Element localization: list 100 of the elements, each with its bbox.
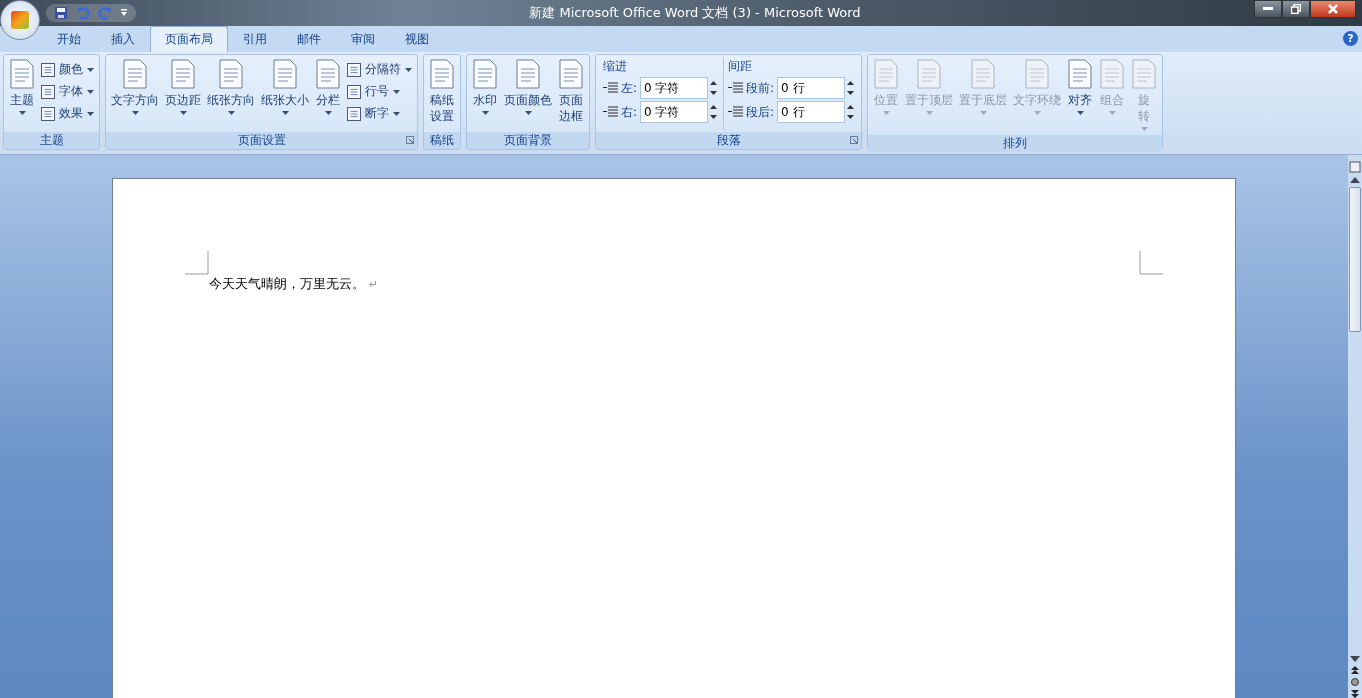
caret-icon bbox=[1076, 111, 1084, 115]
field-label: 左: bbox=[621, 79, 638, 97]
scroll-thumb[interactable] bbox=[1349, 187, 1361, 332]
ribbon-tab[interactable]: 页面布局 bbox=[150, 26, 228, 52]
ribbon-button[interactable]: 稿纸设置 bbox=[427, 57, 457, 130]
page-icon bbox=[122, 59, 148, 89]
button-label: 水印 bbox=[473, 92, 497, 108]
customize-icon[interactable] bbox=[120, 8, 128, 18]
button-label: 页面颜色 bbox=[504, 92, 552, 108]
dialog-launcher-icon[interactable] bbox=[406, 136, 414, 144]
caret-icon bbox=[1033, 111, 1041, 115]
spinner-field[interactable]: 0 行 bbox=[777, 101, 846, 123]
caret-icon bbox=[979, 111, 987, 115]
ribbon-button[interactable]: 对齐 bbox=[1065, 57, 1096, 133]
page-icon bbox=[170, 59, 196, 89]
caret-icon bbox=[393, 89, 400, 94]
spinner-field[interactable]: 0 字符 bbox=[640, 101, 709, 123]
office-button[interactable] bbox=[0, 0, 40, 40]
ribbon-button[interactable]: 行号 bbox=[345, 81, 414, 102]
ruler-toggle-icon[interactable] bbox=[1349, 161, 1361, 173]
save-icon[interactable] bbox=[54, 6, 68, 20]
ribbon-button[interactable]: 效果 bbox=[39, 103, 96, 124]
ribbon-button[interactable]: 断字 bbox=[345, 103, 414, 124]
caret-icon bbox=[179, 111, 187, 115]
group-label: 页面设置 bbox=[237, 132, 286, 149]
restore-button[interactable] bbox=[1282, 0, 1310, 18]
scroll-up-icon[interactable] bbox=[1350, 177, 1360, 183]
page-icon bbox=[1067, 59, 1094, 89]
ribbon-button[interactable]: 页面颜色 bbox=[502, 57, 554, 130]
caret-icon bbox=[87, 111, 94, 116]
caret-icon bbox=[87, 89, 94, 94]
ribbon-tab[interactable]: 插入 bbox=[96, 26, 150, 52]
paragraph-mark: ↵ bbox=[369, 278, 379, 291]
ribbon-button[interactable]: 纸张方向 bbox=[205, 57, 257, 130]
ribbon-button[interactable]: 分隔符 bbox=[345, 59, 414, 80]
caret-icon bbox=[481, 111, 489, 115]
page-icon bbox=[558, 59, 584, 89]
indent-icon bbox=[603, 81, 618, 95]
close-icon bbox=[1328, 4, 1338, 14]
ribbon-tab[interactable]: 开始 bbox=[42, 26, 96, 52]
page-icon bbox=[218, 59, 244, 89]
dialog-launcher-icon[interactable] bbox=[850, 136, 859, 144]
indent-icon bbox=[603, 105, 618, 119]
page-icon bbox=[1024, 59, 1051, 89]
ribbon-button[interactable]: 页边距 bbox=[163, 57, 203, 130]
button-label: 置于底层 bbox=[959, 92, 1008, 108]
spin-arrows-icon[interactable] bbox=[710, 105, 718, 119]
close-button[interactable] bbox=[1310, 0, 1356, 18]
spinner-field[interactable]: 0 行 bbox=[777, 77, 846, 99]
list-icon bbox=[347, 106, 361, 121]
ribbon-tab[interactable]: 邮件 bbox=[282, 26, 336, 52]
page-icon bbox=[970, 59, 997, 89]
ribbon-button[interactable]: 文字方向 bbox=[109, 57, 161, 130]
ribbon-button[interactable]: 分栏 bbox=[313, 57, 343, 130]
page-icon bbox=[9, 59, 35, 89]
page-icon bbox=[1099, 59, 1126, 89]
spinner-field[interactable]: 0 字符 bbox=[640, 77, 709, 99]
window-title: 新建 Microsoft Office Word 文档 (3) - Microsoft Word bbox=[528, 4, 862, 22]
help-button[interactable]: ? bbox=[1343, 31, 1358, 46]
browse-object-icon[interactable] bbox=[1351, 678, 1359, 686]
ribbon-button[interactable]: 颜色 bbox=[39, 59, 96, 80]
group-label: 主题 bbox=[39, 132, 64, 149]
page-icon bbox=[472, 59, 498, 89]
ribbon-button[interactable]: 水印 bbox=[470, 57, 500, 130]
minimize-icon bbox=[1263, 7, 1273, 11]
ribbon-tab[interactable]: 引用 bbox=[228, 26, 282, 52]
paragraph-text: 今天天气晴朗，万里无云。 bbox=[209, 275, 365, 293]
button-label: 纸张大小 bbox=[261, 92, 309, 108]
ribbon-button[interactable]: 纸张大小 bbox=[259, 57, 311, 130]
spin-arrows-icon[interactable] bbox=[710, 81, 718, 95]
section-heading: 间距 bbox=[728, 58, 754, 75]
button-label: 位置 bbox=[874, 92, 899, 108]
indent-icon bbox=[728, 105, 744, 119]
button-label: 纸张方向 bbox=[207, 92, 255, 108]
spin-arrows-icon[interactable] bbox=[847, 105, 855, 119]
ribbon-button[interactable]: 字体 bbox=[39, 81, 96, 102]
page-icon bbox=[916, 59, 943, 89]
ribbon-button[interactable]: 页面边框 bbox=[556, 57, 586, 130]
scrollbar[interactable] bbox=[1348, 155, 1362, 698]
indent-icon bbox=[728, 81, 744, 95]
button-label: 文字环绕 bbox=[1013, 92, 1062, 108]
ribbon-tab[interactable]: 审阅 bbox=[336, 26, 390, 52]
ribbon-button[interactable]: 主题 bbox=[7, 57, 37, 130]
caret-icon bbox=[925, 111, 933, 115]
page-icon bbox=[873, 59, 900, 89]
ribbon-tab[interactable]: 视图 bbox=[390, 26, 444, 52]
scroll-down-icon[interactable] bbox=[1350, 656, 1360, 662]
field-label: 段后: bbox=[746, 103, 775, 121]
section-heading: 缩进 bbox=[603, 58, 628, 75]
button-label: 旋转 bbox=[1138, 92, 1151, 124]
button-label: 页面边框 bbox=[559, 92, 583, 124]
field-label: 段前: bbox=[746, 79, 775, 97]
minimize-button[interactable] bbox=[1254, 0, 1282, 18]
caret-icon bbox=[18, 111, 26, 115]
next-page-icon[interactable] bbox=[1351, 690, 1359, 698]
list-icon bbox=[41, 106, 55, 121]
previous-page-icon[interactable] bbox=[1351, 666, 1359, 674]
page-icon bbox=[272, 59, 298, 89]
spin-arrows-icon[interactable] bbox=[847, 81, 855, 95]
caret-icon bbox=[524, 111, 532, 115]
